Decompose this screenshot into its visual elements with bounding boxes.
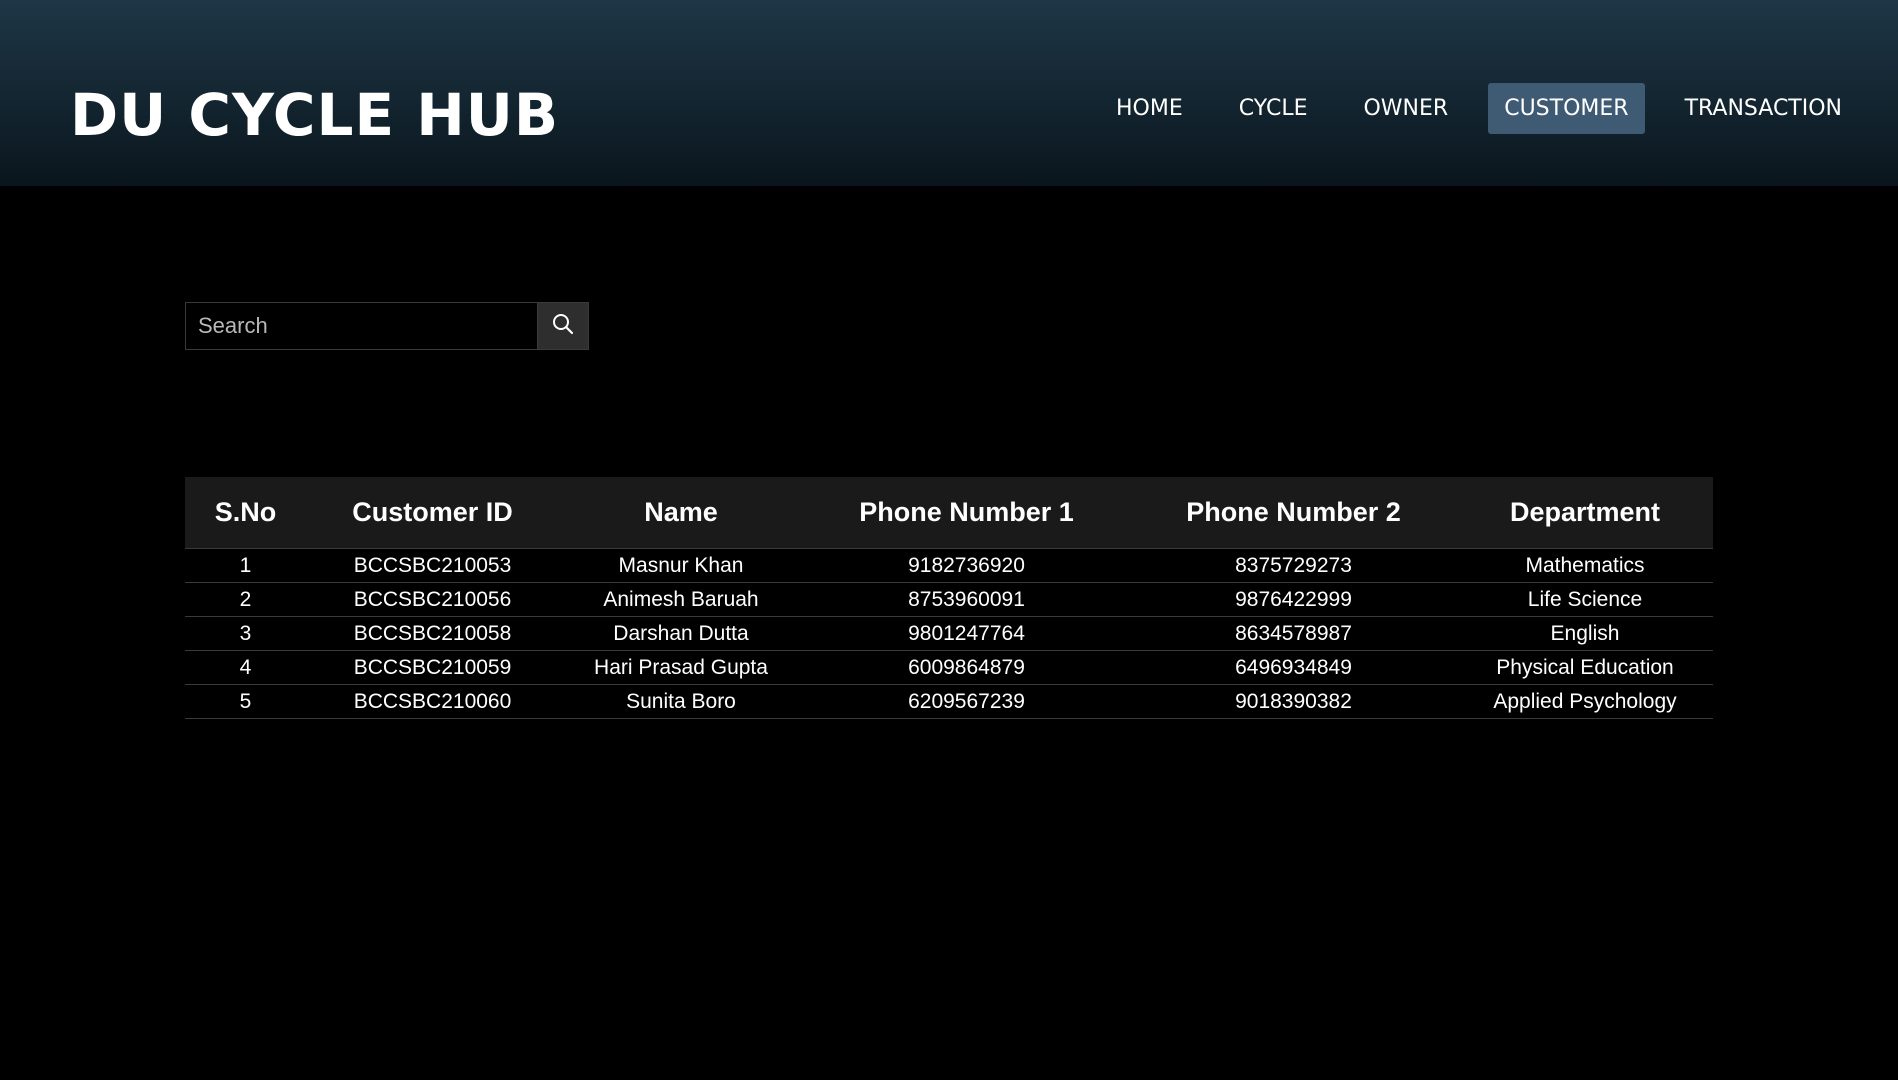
cell-name: Sunita Boro [559, 684, 803, 719]
main-nav: HOME CYCLE OWNER CUSTOMER TRANSACTION [1100, 83, 1858, 134]
column-header-phone-1: Phone Number 1 [803, 477, 1130, 549]
search-button[interactable] [537, 302, 589, 350]
column-header-sno: S.No [185, 477, 306, 549]
cell-name: Darshan Dutta [559, 616, 803, 651]
table-header-row: S.No Customer ID Name Phone Number 1 Pho… [185, 477, 1713, 549]
column-header-phone-2: Phone Number 2 [1130, 477, 1457, 549]
cell-phone-1: 8753960091 [803, 582, 1130, 617]
cell-department: Applied Psychology [1457, 684, 1713, 719]
cell-phone-1: 6209567239 [803, 684, 1130, 719]
cell-customer-id: BCCSBC210058 [306, 616, 559, 651]
nav-cycle[interactable]: CYCLE [1223, 83, 1324, 134]
cell-phone-2: 6496934849 [1130, 650, 1457, 685]
cell-department: Life Science [1457, 582, 1713, 617]
cell-name: Masnur Khan [559, 548, 803, 583]
search-bar [185, 302, 589, 350]
cell-phone-1: 6009864879 [803, 650, 1130, 685]
nav-owner[interactable]: OWNER [1347, 83, 1464, 134]
nav-customer[interactable]: CUSTOMER [1488, 83, 1645, 134]
table-row: 2 BCCSBC210056 Animesh Baruah 8753960091… [185, 582, 1713, 617]
cell-phone-1: 9801247764 [803, 616, 1130, 651]
cell-sno: 2 [185, 582, 306, 617]
column-header-name: Name [559, 477, 803, 549]
cell-department: Mathematics [1457, 548, 1713, 583]
cell-sno: 4 [185, 650, 306, 685]
customer-table: S.No Customer ID Name Phone Number 1 Pho… [185, 477, 1713, 719]
table-row: 5 BCCSBC210060 Sunita Boro 6209567239 90… [185, 684, 1713, 719]
cell-department: Physical Education [1457, 650, 1713, 685]
cell-customer-id: BCCSBC210059 [306, 650, 559, 685]
table-row: 4 BCCSBC210059 Hari Prasad Gupta 6009864… [185, 650, 1713, 685]
cell-phone-2: 9018390382 [1130, 684, 1457, 719]
cell-phone-2: 9876422999 [1130, 582, 1457, 617]
cell-name: Hari Prasad Gupta [559, 650, 803, 685]
brand-title: DU CYCLE HUB [70, 81, 560, 149]
table-row: 3 BCCSBC210058 Darshan Dutta 9801247764 … [185, 616, 1713, 651]
cell-sno: 5 [185, 684, 306, 719]
cell-customer-id: BCCSBC210056 [306, 582, 559, 617]
cell-sno: 3 [185, 616, 306, 651]
cell-phone-2: 8634578987 [1130, 616, 1457, 651]
search-icon [551, 312, 575, 341]
cell-name: Animesh Baruah [559, 582, 803, 617]
table-row: 1 BCCSBC210053 Masnur Khan 9182736920 83… [185, 548, 1713, 583]
nav-transaction[interactable]: TRANSACTION [1669, 83, 1858, 134]
cell-department: English [1457, 616, 1713, 651]
cell-phone-1: 9182736920 [803, 548, 1130, 583]
cell-customer-id: BCCSBC210060 [306, 684, 559, 719]
customer-table-container: S.No Customer ID Name Phone Number 1 Pho… [185, 477, 1713, 719]
cell-phone-2: 8375729273 [1130, 548, 1457, 583]
cell-sno: 1 [185, 548, 306, 583]
column-header-department: Department [1457, 477, 1713, 549]
column-header-customer-id: Customer ID [306, 477, 559, 549]
nav-home[interactable]: HOME [1100, 83, 1199, 134]
site-header: DU CYCLE HUB HOME CYCLE OWNER CUSTOMER T… [0, 0, 1898, 186]
search-input[interactable] [185, 302, 537, 350]
cell-customer-id: BCCSBC210053 [306, 548, 559, 583]
